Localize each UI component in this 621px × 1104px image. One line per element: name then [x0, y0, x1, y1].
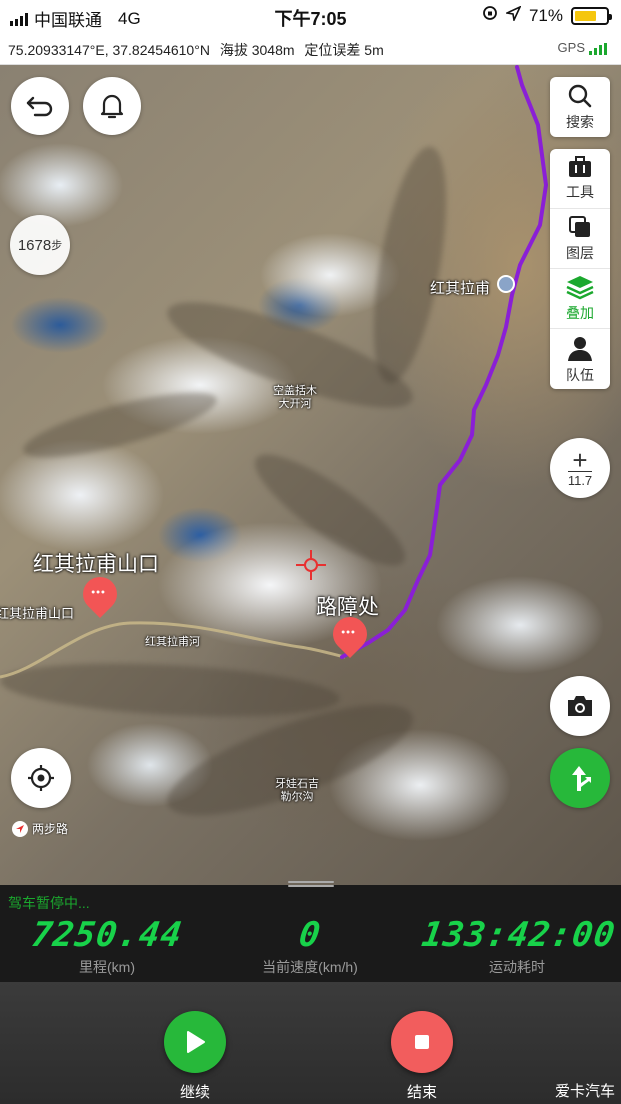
duration-value: 133:42:00	[419, 915, 619, 955]
bell-icon	[100, 94, 124, 119]
rotation-lock-icon	[482, 5, 498, 26]
layers-button[interactable]: 图层	[550, 209, 610, 269]
layers-label: 图层	[566, 245, 594, 261]
continue-label: 继续	[179, 1084, 210, 1101]
tool-panel: 工具 图层 叠加 队伍	[550, 149, 610, 389]
watermark: 爱卡汽车	[554, 1083, 615, 1100]
back-arrow-icon	[26, 96, 53, 117]
gps-label: GPS	[557, 40, 585, 55]
gps-signal-icon	[589, 43, 607, 55]
distance-stat: 7250.44 里程(km)	[12, 915, 202, 977]
zoom-button[interactable]: + 11.7	[550, 438, 610, 498]
end-label: 结束	[406, 1084, 437, 1101]
coordinates: 75.20933147°E, 37.82454610°N	[8, 42, 210, 58]
route-track	[0, 65, 548, 679]
notification-button[interactable]	[83, 77, 141, 135]
status-right: 71%	[482, 4, 612, 26]
valley-bottom-line1: 牙娃石吉	[275, 778, 319, 790]
camera-button[interactable]	[550, 676, 610, 736]
tracking-status: 驾车暂停中...	[8, 895, 90, 911]
layers-icon	[569, 216, 590, 237]
end-button[interactable]: 结束	[391, 1011, 453, 1101]
step-counter: 1678 步	[10, 215, 70, 275]
speed-value: 0	[296, 915, 324, 955]
navigation-arrow-icon	[572, 766, 591, 791]
speed-stat: 0 当前速度(km/h)	[220, 915, 400, 977]
status-bar: 中国联通 4G 下午7:05 71%	[0, 0, 621, 32]
location-arrow-icon	[504, 4, 522, 26]
poi-marker-hongqilafu[interactable]	[497, 275, 515, 293]
distance-label: 里程(km)	[79, 959, 135, 975]
speed-label: 当前速度(km/h)	[262, 959, 358, 975]
step-unit: 步	[51, 240, 63, 252]
map-label-river: 红其拉甫河	[145, 636, 200, 648]
battery-percent: 71%	[528, 5, 563, 25]
locate-button[interactable]	[11, 748, 71, 808]
gps-indicator: GPS	[558, 40, 607, 55]
brand-arrow-icon	[12, 820, 28, 837]
battery-icon	[571, 6, 612, 25]
map-label-valley-top: 空盖括木 大开河	[273, 385, 317, 411]
poi-label-hongqilafu[interactable]: 红其拉甫	[430, 277, 490, 298]
back-button[interactable]	[11, 77, 69, 135]
tools-label: 工具	[566, 184, 594, 200]
accuracy: 定位误差 5m	[304, 42, 384, 58]
satellite-map[interactable]: 空盖括木 大开河 牙娃石吉 勒尔沟 红其拉甫河 红其拉甫 红其拉甫山口 红其拉甫…	[0, 65, 621, 885]
valley-top-line1: 空盖括木	[273, 385, 317, 397]
altitude: 海拔 3048m	[219, 42, 295, 58]
toolbox-icon	[569, 156, 591, 177]
overlay-stack-icon	[566, 276, 594, 300]
zoom-plus-icon: +	[572, 444, 588, 475]
poi-label-pass-edge: 红其拉甫山口	[0, 606, 75, 621]
tools-button[interactable]: 工具	[550, 149, 610, 209]
play-icon	[187, 1031, 205, 1053]
distance-value: 7250.44	[29, 915, 185, 955]
overlay-button[interactable]: 叠加	[550, 269, 610, 329]
brand-name: 两步路	[32, 822, 69, 836]
coordinates-bar: 75.20933147°E, 37.82454610°N 海拔 3048m 定位…	[0, 32, 621, 65]
search-icon	[568, 84, 592, 107]
search-label: 搜索	[566, 113, 594, 130]
duration-stat: 133:42:00 运动耗时	[419, 915, 619, 977]
stop-icon	[415, 1035, 429, 1049]
valley-bottom-line2: 勒尔沟	[280, 791, 314, 803]
team-button[interactable]: 队伍	[550, 329, 610, 389]
brand-logo: 两步路	[12, 820, 68, 837]
zoom-level: 11.7	[567, 470, 593, 488]
search-button[interactable]: 搜索	[550, 77, 610, 137]
overlay-label: 叠加	[566, 305, 594, 321]
step-count: 1678	[17, 236, 52, 254]
drag-handle[interactable]	[288, 879, 334, 887]
map-center-crosshair-icon	[296, 550, 326, 580]
team-label: 队伍	[566, 366, 594, 383]
team-user-icon	[568, 336, 592, 361]
camera-icon	[568, 696, 592, 716]
map-label-valley-bottom: 牙娃石吉 勒尔沟	[275, 778, 319, 804]
bottom-controls: 继续 结束 爱卡汽车	[0, 982, 621, 1104]
valley-top-line2: 大开河	[278, 398, 312, 410]
poi-label-pass[interactable]: 红其拉甫山口	[33, 548, 159, 578]
search-panel: 搜索	[550, 77, 610, 137]
stats-panel: 驾车暂停中... 7250.44 里程(km) 0 当前速度(km/h) 133…	[0, 881, 621, 982]
duration-label: 运动耗时	[489, 959, 545, 975]
target-locate-icon	[28, 765, 54, 791]
continue-button[interactable]: 继续	[164, 1011, 226, 1101]
navigate-button[interactable]	[550, 748, 610, 808]
coordinates-text: 75.20933147°E, 37.82454610°N 海拔 3048m 定位…	[8, 40, 384, 60]
